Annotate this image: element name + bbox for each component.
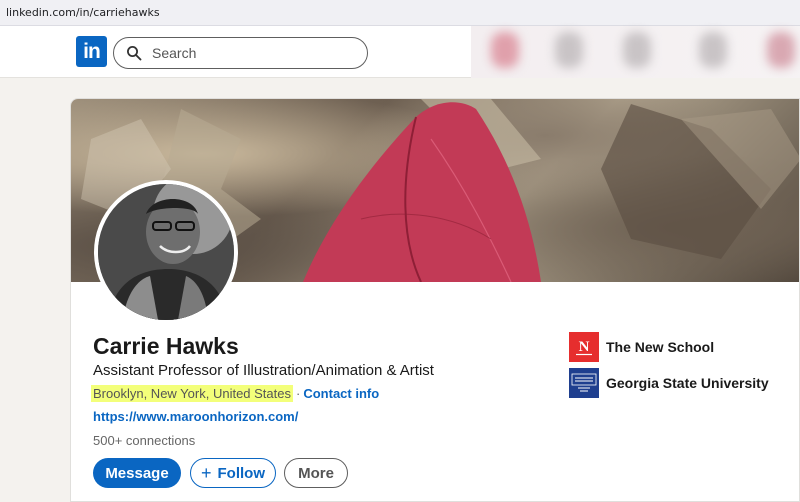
global-nav: in [0, 26, 800, 78]
svg-text:N: N [579, 339, 590, 355]
follow-label: Follow [217, 464, 266, 482]
nav-blur-icon [623, 32, 651, 68]
connections-count[interactable]: 500+ connections [93, 433, 195, 448]
browser-url-bar[interactable]: linkedin.com/in/carriehawks [0, 0, 800, 26]
nav-items-blurred [471, 26, 800, 78]
separator-dot: · [296, 386, 301, 401]
new-school-logo-icon: N [569, 332, 599, 362]
follow-button[interactable]: + Follow [190, 458, 276, 488]
url-text[interactable]: linkedin.com/in/carriehawks [6, 6, 160, 19]
education-name: Georgia State University [606, 375, 769, 391]
search-icon [127, 46, 142, 61]
more-button[interactable]: More [284, 458, 348, 488]
education-name: The New School [606, 339, 715, 355]
education-item-new-school[interactable]: N The New School [569, 332, 714, 362]
location-row: Brooklyn, New York, United States · Cont… [91, 385, 379, 402]
profile-name: Carrie Hawks [93, 333, 239, 359]
georgia-state-logo-icon [569, 368, 599, 398]
plus-icon: + [200, 462, 212, 483]
profile-card: Carrie Hawks Assistant Professor of Illu… [70, 98, 800, 502]
profile-avatar[interactable] [94, 180, 238, 324]
nav-blur-icon [555, 32, 583, 68]
education-item-georgia-state[interactable]: Georgia State University [569, 368, 769, 398]
nav-blur-icon [767, 32, 795, 68]
person-photo [98, 184, 234, 320]
nav-blur-icon [491, 32, 519, 68]
message-button[interactable]: Message [93, 458, 181, 488]
linkedin-logo-icon[interactable]: in [76, 36, 107, 67]
search-input[interactable] [152, 45, 342, 61]
profile-headline: Assistant Professor of Illustration/Anim… [93, 362, 434, 379]
profile-location: Brooklyn, New York, United States [91, 385, 293, 402]
nav-blur-icon [699, 32, 727, 68]
website-link[interactable]: https://www.maroonhorizon.com/ [93, 409, 298, 424]
search-bar[interactable] [113, 37, 368, 69]
contact-info-link[interactable]: Contact info [303, 386, 379, 401]
